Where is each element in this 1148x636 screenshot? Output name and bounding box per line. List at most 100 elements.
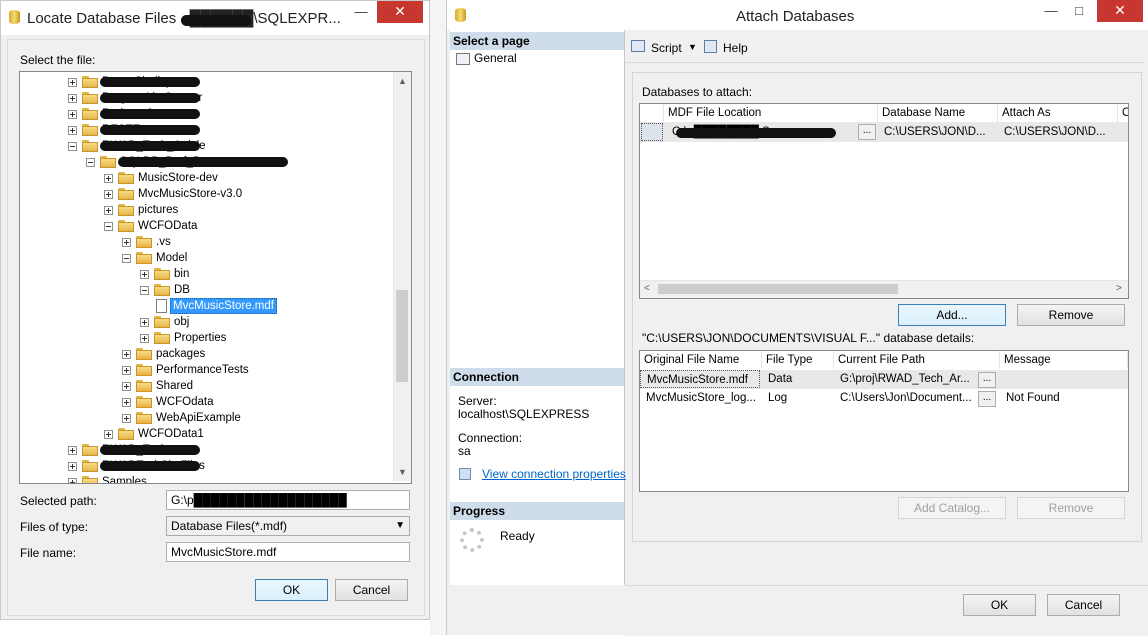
- ok-button[interactable]: OK: [255, 579, 328, 601]
- cell-db-name[interactable]: C:\USERS\JON\D...: [880, 123, 998, 141]
- tree-folder-item[interactable]: WCFOData1: [104, 426, 380, 442]
- tree-folder-item[interactable]: bin: [140, 266, 380, 282]
- remove-catalog-button[interactable]: Remove: [1017, 497, 1125, 519]
- tree-folder-item[interactable]: Shared: [122, 378, 380, 394]
- tree-folder-item[interactable]: Redacted: [68, 106, 380, 122]
- script-button[interactable]: Script: [651, 41, 682, 55]
- attach-grid-hscrollbar[interactable]: < >: [640, 280, 1128, 298]
- close-button[interactable]: ✕: [1097, 0, 1143, 22]
- expand-icon[interactable]: [140, 270, 149, 279]
- cancel-button[interactable]: Cancel: [1047, 594, 1120, 616]
- collapse-icon[interactable]: [104, 222, 113, 231]
- browse-path-button[interactable]: ...: [978, 391, 996, 407]
- ok-button[interactable]: OK: [963, 594, 1036, 616]
- column-header-file-type[interactable]: File Type: [762, 351, 834, 369]
- expand-icon[interactable]: [140, 334, 149, 343]
- file-name-field[interactable]: MvcMusicStore.mdf: [166, 542, 410, 562]
- minimize-button[interactable]: —: [1037, 2, 1065, 22]
- cell-original-file[interactable]: MvcMusicStore_log...: [640, 389, 760, 407]
- expand-icon[interactable]: [68, 478, 77, 483]
- tree-folder-item[interactable]: WCFOData: [104, 218, 380, 234]
- tree-folder-item[interactable]: pictures: [104, 202, 380, 218]
- collapse-icon[interactable]: [68, 142, 77, 151]
- tree-folder-item[interactable]: DB: [140, 282, 380, 298]
- column-header-current-path[interactable]: Current File Path: [834, 351, 1000, 369]
- tree-folder-item[interactable]: RWAD_Tech: [68, 442, 380, 458]
- expand-icon[interactable]: [122, 414, 131, 423]
- tree-folder-item[interactable]: WebApiExample: [122, 410, 380, 426]
- cell-current-path[interactable]: G:\proj\RWAD_Tech_Ar...: [836, 370, 976, 388]
- cell-original-file[interactable]: MvcMusicStore.mdf: [640, 370, 760, 388]
- cell-attach-as[interactable]: C:\USERS\JON\D...: [1000, 123, 1118, 141]
- expand-icon[interactable]: [140, 318, 149, 327]
- tree-folder-item[interactable]: WCFOdata: [122, 394, 380, 410]
- selected-path-field[interactable]: G:\p██████████████████: [166, 490, 410, 510]
- expand-icon[interactable]: [104, 206, 113, 215]
- help-button[interactable]: Help: [723, 41, 748, 55]
- tree-file-item[interactable]: MvcMusicStore.mdf: [156, 298, 380, 314]
- scroll-up-arrow[interactable]: ▲: [398, 76, 407, 86]
- add-catalog-button[interactable]: Add Catalog...: [898, 497, 1006, 519]
- tree-vscrollbar[interactable]: ▲ ▼: [393, 72, 411, 481]
- tree-folder-item[interactable]: MusicStore-dev: [104, 170, 380, 186]
- expand-icon[interactable]: [122, 398, 131, 407]
- tree-folder-item[interactable]: .vs: [122, 234, 380, 250]
- expand-icon[interactable]: [122, 238, 131, 247]
- scroll-left-arrow[interactable]: <: [644, 283, 650, 294]
- maximize-button[interactable]: □: [1065, 2, 1093, 22]
- row-selector[interactable]: [641, 123, 663, 141]
- title-bar[interactable]: Locate Database Files - ██████\SQLEXPR..…: [1, 1, 429, 35]
- cancel-button[interactable]: Cancel: [335, 579, 408, 601]
- column-header-mdf[interactable]: MDF File Location: [664, 104, 878, 122]
- browse-mdf-button[interactable]: ...: [858, 124, 876, 140]
- column-header-owner[interactable]: O: [1118, 104, 1128, 122]
- remove-button[interactable]: Remove: [1017, 304, 1125, 326]
- table-row[interactable]: MvcMusicStore.mdf Data G:\proj\RWAD_Tech…: [640, 370, 1128, 389]
- collapse-icon[interactable]: [86, 158, 95, 167]
- expand-icon[interactable]: [68, 78, 77, 87]
- attach-grid[interactable]: MDF File Location Database Name Attach A…: [639, 103, 1129, 299]
- file-tree[interactable]: PowerShellsyscaProgramListCreatorRedacte…: [19, 71, 412, 484]
- title-bar[interactable]: Attach Databases — □ ✕: [447, 0, 1148, 30]
- tree-folder-item[interactable]: obj: [140, 314, 380, 330]
- expand-icon[interactable]: [104, 430, 113, 439]
- cell-file-type[interactable]: Data: [764, 370, 832, 388]
- column-header-attach-as[interactable]: Attach As: [998, 104, 1118, 122]
- scroll-thumb[interactable]: [658, 284, 898, 294]
- expand-icon[interactable]: [68, 94, 77, 103]
- expand-icon[interactable]: [68, 110, 77, 119]
- expand-icon[interactable]: [122, 366, 131, 375]
- minimize-button[interactable]: —: [347, 3, 375, 23]
- expand-icon[interactable]: [104, 190, 113, 199]
- tree-folder-item[interactable]: PerformanceTests: [122, 362, 380, 378]
- tree-folder-item[interactable]: packages: [122, 346, 380, 362]
- add-button[interactable]: Add...: [898, 304, 1006, 326]
- view-connection-properties-link[interactable]: View connection properties: [482, 467, 626, 481]
- tree-folder-item[interactable]: RWAD_Tech_Article: [68, 138, 380, 154]
- collapse-icon[interactable]: [122, 254, 131, 263]
- tree-folder-item[interactable]: Samples: [68, 474, 380, 483]
- column-header-db-name[interactable]: Database Name: [878, 104, 998, 122]
- expand-icon[interactable]: [122, 382, 131, 391]
- tree-folder-item[interactable]: RESTE: [68, 122, 380, 138]
- cell-file-type[interactable]: Log: [764, 389, 832, 407]
- scroll-thumb[interactable]: [396, 290, 408, 382]
- expand-icon[interactable]: [68, 126, 77, 135]
- tree-folder-item[interactable]: Model: [122, 250, 380, 266]
- close-button[interactable]: ✕: [377, 1, 423, 23]
- cell-current-path[interactable]: C:\Users\Jon\Document...: [836, 389, 976, 407]
- details-grid[interactable]: Original File Name File Type Current Fil…: [639, 350, 1129, 492]
- expand-icon[interactable]: [68, 462, 77, 471]
- tree-folder-item[interactable]: Properties: [140, 330, 380, 346]
- table-row[interactable]: MvcMusicStore_log... Log C:\Users\Jon\Do…: [640, 389, 1128, 408]
- column-header-message[interactable]: Message: [1000, 351, 1128, 369]
- column-header-original-file[interactable]: Original File Name: [640, 351, 762, 369]
- expand-icon[interactable]: [122, 350, 131, 359]
- table-row[interactable]: G:\p████████.S... ... C:\USERS\JON\D... …: [640, 122, 1128, 142]
- collapse-icon[interactable]: [140, 286, 149, 295]
- tree-folder-item[interactable]: RWADTechSiteFiles: [68, 458, 380, 474]
- tree-folder-item[interactable]: ProgramListCreator: [68, 90, 380, 106]
- files-of-type-select[interactable]: Database Files(*.mdf) ▼: [166, 516, 410, 536]
- browse-path-button[interactable]: ...: [978, 372, 996, 388]
- tree-folder-item[interactable]: PowerShellsysca: [68, 74, 380, 90]
